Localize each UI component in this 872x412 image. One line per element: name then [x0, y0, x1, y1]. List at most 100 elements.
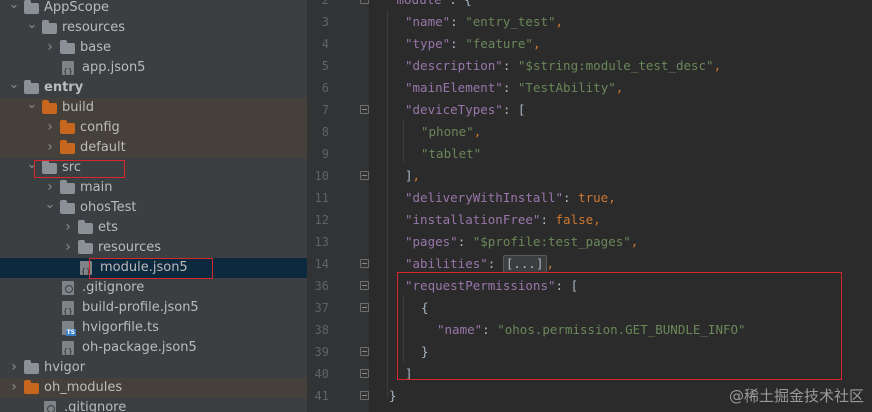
- code-token: false: [555, 212, 594, 227]
- code-line[interactable]: "name": "entry_test",: [405, 11, 563, 33]
- folder-icon: [60, 200, 75, 214]
- fold-toggle-icon[interactable]: [360, 391, 369, 400]
- tree-item[interactable]: oh-package.json5: [0, 338, 307, 362]
- code-token: :: [502, 58, 518, 73]
- code-token: "deviceTypes": [405, 102, 503, 117]
- fold-toggle-icon[interactable]: [360, 369, 369, 378]
- code-editor[interactable]: 2 3 4 5 6 7 8 9 10 11 12 13 14 36 37 38 39 40 41 "module":…: [307, 0, 872, 412]
- chevron-right-icon[interactable]: ›: [8, 378, 20, 398]
- code-token: "pages": [405, 234, 458, 249]
- tree-item[interactable]: › base: [0, 38, 307, 58]
- tree-item-label: AppScope: [44, 0, 109, 15]
- tree-item[interactable]: ⌄ AppScope: [0, 0, 307, 18]
- tree-item[interactable]: › config: [0, 118, 307, 138]
- fold-toggle-icon[interactable]: [360, 281, 369, 290]
- code-token: "phone": [421, 124, 474, 139]
- tree-item[interactable]: › oh_modules: [0, 378, 307, 398]
- fold-toggle-icon[interactable]: [360, 347, 369, 356]
- fold-toggle-icon[interactable]: [360, 259, 369, 268]
- tree-item-label: entry: [44, 80, 84, 95]
- tree-item[interactable]: ⌄ ohosTest: [0, 198, 307, 218]
- code-token: "installationFree": [405, 212, 541, 227]
- folder-icon: [42, 100, 57, 114]
- chevron-right-icon[interactable]: ›: [44, 138, 56, 158]
- chevron-right-icon[interactable]: ›: [44, 38, 56, 58]
- tree-item-label: config: [80, 120, 120, 135]
- tree-item[interactable]: build-profile.json5: [0, 298, 307, 322]
- tree-item-label: ets: [98, 220, 118, 235]
- chevron-down-icon[interactable]: ⌄: [44, 198, 56, 218]
- code-token: : [: [502, 102, 526, 117]
- code-token: "description": [405, 58, 503, 73]
- fold-toggle-icon[interactable]: [360, 0, 369, 4]
- tree-item[interactable]: hvigorfile.ts: [0, 318, 307, 338]
- code-line[interactable]: "deliveryWithInstall": true,: [405, 187, 616, 209]
- code-token: ]: [405, 168, 413, 183]
- code-token: :: [502, 80, 518, 95]
- chevron-down-icon[interactable]: ⌄: [26, 18, 38, 38]
- line-number: 39: [314, 345, 329, 359]
- line-number: 37: [314, 301, 329, 315]
- tree-item[interactable]: .gitignore: [0, 398, 307, 412]
- folder-icon: [60, 140, 75, 154]
- code-line[interactable]: "pages": "$profile:test_pages",: [405, 231, 638, 253]
- code-line[interactable]: "module": {: [389, 0, 472, 11]
- tree-item[interactable]: › resources: [0, 238, 307, 258]
- code-token: ,: [546, 256, 555, 271]
- code-token: "$profile:test_pages": [472, 234, 631, 249]
- editor-gutter: 2 3 4 5 6 7 8 9 10 11 12 13 14 36 37 38 39 40 41: [307, 0, 369, 412]
- code-line[interactable]: ],: [405, 165, 420, 187]
- chevron-right-icon[interactable]: ›: [62, 238, 74, 258]
- tree-item-label: ohosTest: [80, 200, 137, 215]
- tree-item[interactable]: .gitignore: [0, 278, 307, 298]
- code-line[interactable]: "description": "$string:module_test_desc…: [405, 55, 721, 77]
- code-token: :: [563, 190, 579, 205]
- code-token: : {: [449, 0, 472, 7]
- tree-item[interactable]: ⌄ entry: [0, 78, 307, 98]
- code-token: "entry_test": [465, 14, 556, 29]
- tree-item-label: oh-package.json5: [82, 340, 197, 355]
- folder-icon: [60, 180, 75, 194]
- code-token: true: [578, 190, 609, 205]
- tree-item[interactable]: ⌄ resources: [0, 18, 307, 38]
- fold-toggle-icon[interactable]: [360, 171, 369, 180]
- code-token: ,: [473, 124, 482, 139]
- highlight-box-module-json: [89, 258, 213, 279]
- code-line[interactable]: }: [389, 385, 397, 407]
- fold-toggle-icon[interactable]: [360, 105, 369, 114]
- code-token: "tablet": [421, 146, 482, 161]
- collapsed-block[interactable]: [...]: [502, 255, 547, 273]
- code-line[interactable]: "mainElement": "TestAbility",: [405, 77, 623, 99]
- tree-item-label: resources: [98, 240, 162, 255]
- code-line[interactable]: "type": "feature",: [405, 33, 540, 55]
- chevron-down-icon[interactable]: ⌄: [8, 0, 20, 18]
- chevron-down-icon[interactable]: ⌄: [26, 98, 38, 118]
- tree-item[interactable]: › ets: [0, 218, 307, 238]
- code-token: ,: [412, 168, 421, 183]
- chevron-right-icon[interactable]: ›: [8, 358, 20, 378]
- code-line[interactable]: "phone",: [421, 121, 481, 143]
- code-token: :: [540, 212, 556, 227]
- json-file-icon: [62, 301, 74, 322]
- folder-icon: [24, 80, 39, 94]
- chevron-right-icon[interactable]: ›: [44, 178, 56, 198]
- tree-item-label: main: [80, 180, 113, 195]
- tree-item[interactable]: › default: [0, 138, 307, 158]
- tree-item[interactable]: ⌄ build: [0, 98, 307, 118]
- fold-toggle-icon[interactable]: [360, 303, 369, 312]
- chevron-down-icon[interactable]: ⌄: [8, 78, 20, 98]
- code-token: }: [389, 388, 397, 403]
- tree-item[interactable]: › main: [0, 178, 307, 198]
- chevron-right-icon[interactable]: ›: [62, 218, 74, 238]
- code-token: ,: [713, 58, 722, 73]
- code-line[interactable]: "tablet": [421, 143, 481, 165]
- line-number: 10: [314, 169, 329, 183]
- tree-item-label: build-profile.json5: [82, 300, 199, 315]
- code-line[interactable]: "deviceTypes": [: [405, 99, 525, 121]
- folder-icon: [24, 0, 39, 14]
- tree-item[interactable]: › hvigor: [0, 358, 307, 378]
- chevron-right-icon[interactable]: ›: [44, 118, 56, 138]
- tree-item[interactable]: app.json5: [0, 58, 307, 82]
- code-line[interactable]: "installationFree": false,: [405, 209, 601, 231]
- line-number: 41: [314, 389, 329, 403]
